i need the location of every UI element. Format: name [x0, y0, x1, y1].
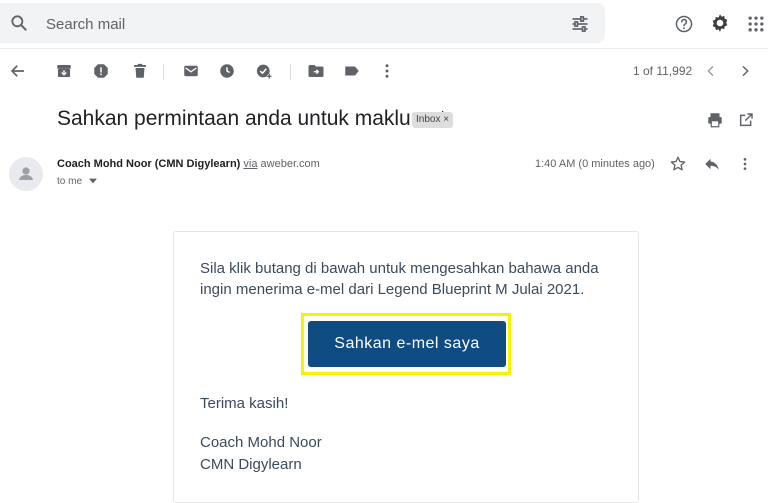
prev-icon[interactable]: [700, 60, 722, 82]
print-icon[interactable]: [704, 109, 726, 131]
sender-name[interactable]: Coach Mohd Noor (CMN Digylearn) via aweb…: [57, 158, 320, 170]
via-link[interactable]: via: [243, 158, 257, 170]
add-to-tasks-icon[interactable]: [253, 60, 275, 82]
recipient-details[interactable]: to me: [57, 176, 97, 187]
next-icon[interactable]: [734, 60, 756, 82]
search-icon[interactable]: [9, 13, 29, 33]
back-arrow-icon[interactable]: [7, 60, 29, 82]
labels-icon[interactable]: [341, 60, 363, 82]
avatar-icon[interactable]: [9, 157, 43, 191]
more-vert-icon[interactable]: [734, 153, 756, 175]
chevron-down-icon[interactable]: [88, 178, 97, 184]
mark-unread-icon[interactable]: [180, 60, 202, 82]
via-domain: aweber.com: [260, 158, 320, 170]
subject-row: Sahkan permintaan anda untuk maklumat. I…: [0, 104, 768, 136]
signature-org: CMN Digylearn: [200, 456, 302, 473]
reply-icon[interactable]: [701, 153, 723, 175]
open-new-window-icon[interactable]: [735, 109, 757, 131]
sender-display-name[interactable]: Coach Mohd Noor (CMN Digylearn): [57, 158, 240, 170]
inbox-label-chip[interactable]: Inbox ×: [412, 112, 454, 128]
toolbar-separator: [163, 64, 164, 80]
message-time: 1:40 AM (0 minutes ago): [535, 158, 655, 170]
snooze-icon[interactable]: [216, 60, 238, 82]
confirm-email-button[interactable]: Sahkan e-mel saya: [308, 321, 506, 367]
move-to-icon[interactable]: [305, 60, 327, 82]
body-text: Sila klik butang di bawah untuk mengesah…: [200, 260, 599, 298]
message-toolbar: 1 of 11,992: [0, 55, 768, 87]
star-icon[interactable]: [667, 153, 689, 175]
delete-icon[interactable]: [129, 60, 151, 82]
signature-name: Coach Mohd Noor: [200, 434, 322, 451]
via-text: via aweber.com: [243, 158, 319, 170]
tune-icon[interactable]: [570, 14, 590, 34]
thanks-text: Terima kasih!: [200, 395, 289, 412]
pagination-count: 1 of 11,992: [633, 64, 693, 78]
email-subject: Sahkan permintaan anda untuk maklumat.: [57, 107, 452, 130]
recipient-text: to me: [57, 176, 83, 187]
archive-icon[interactable]: [53, 60, 75, 82]
help-icon[interactable]: [673, 13, 695, 35]
settings-icon[interactable]: [709, 12, 731, 34]
apps-icon[interactable]: [745, 13, 767, 35]
email-body-card: Sila klik butang di bawah untuk mengesah…: [173, 231, 639, 503]
search-input[interactable]: [44, 11, 528, 37]
top-divider: [0, 48, 768, 49]
more-vert-icon[interactable]: [376, 60, 398, 82]
search-bar[interactable]: [0, 3, 605, 43]
toolbar-separator: [290, 64, 291, 80]
report-spam-icon[interactable]: [90, 60, 112, 82]
top-bar: [0, 0, 768, 48]
sender-row: Coach Mohd Noor (CMN Digylearn) via aweb…: [0, 148, 768, 198]
